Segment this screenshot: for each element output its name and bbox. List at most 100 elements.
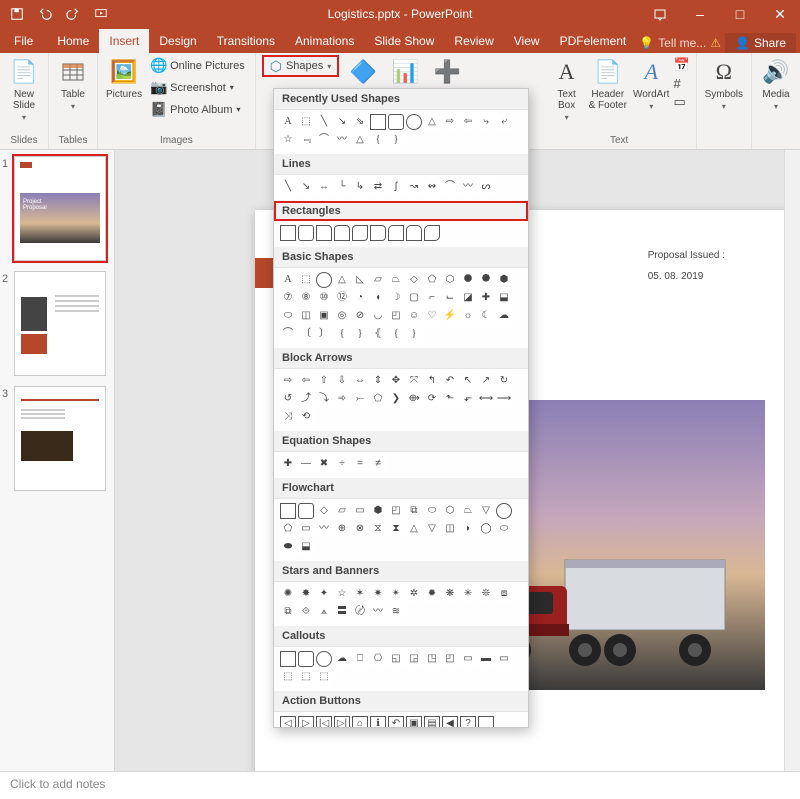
shape-fc-card[interactable]: ▭ xyxy=(298,521,314,537)
shape-rbrace2[interactable]: } xyxy=(388,132,404,148)
shape-arr-chev[interactable]: ❯ xyxy=(388,391,404,407)
shape-lshape[interactable]: ⌙ xyxy=(442,290,458,306)
shape-co-l3c[interactable]: ⬚ xyxy=(316,669,332,685)
shape-noentry[interactable]: ⊘ xyxy=(352,308,368,324)
tab-pdfelement[interactable]: PDFelement xyxy=(550,29,637,53)
shape-co-l2b[interactable]: ▬ xyxy=(478,651,494,667)
tab-animations[interactable]: Animations xyxy=(285,29,364,53)
shape-fc-data[interactable]: ▱ xyxy=(334,503,350,519)
shape-co-l1b[interactable]: ▭ xyxy=(460,651,476,667)
shape-curve[interactable]: ∫ xyxy=(388,179,404,195)
shape-arr-lu[interactable]: ↖ xyxy=(460,373,476,389)
shape-arr-uturn[interactable]: ↶ xyxy=(442,373,458,389)
tab-transitions[interactable]: Transitions xyxy=(207,29,285,53)
shape-arr-uc[interactable]: ⬑ xyxy=(442,391,458,407)
shape-star8[interactable]: ✴ xyxy=(388,586,404,602)
shape-freeform[interactable]: 〰 xyxy=(334,132,350,148)
shape-ribbon-cd[interactable]: ⟑ xyxy=(316,604,332,620)
shape-ab-movie[interactable]: ▣ xyxy=(406,716,422,728)
object-icon[interactable]: ▭ xyxy=(673,94,689,110)
ribbon-options-icon[interactable] xyxy=(640,0,680,28)
shape-pentagon[interactable]: ⬠ xyxy=(424,272,440,288)
shape-fc-delay[interactable]: ◗ xyxy=(460,521,476,537)
photo-album-button[interactable]: 📓Photo Album▾ xyxy=(146,99,249,120)
shape-sun[interactable]: ☼ xyxy=(460,308,476,324)
shape-co-l1c[interactable]: ⬚ xyxy=(280,669,296,685)
shape-neq[interactable]: ≠ xyxy=(370,456,386,472)
shape-co-rrect[interactable] xyxy=(298,651,314,667)
shape-curve-arrow[interactable]: ↝ xyxy=(406,179,422,195)
shape-arr-cr[interactable]: ↻ xyxy=(496,373,512,389)
shape-arrow-r[interactable]: ⇨ xyxy=(442,114,458,130)
slide-number-icon[interactable]: # xyxy=(673,76,689,91)
shape-co-l2[interactable]: ⎔ xyxy=(370,651,386,667)
shape-arc[interactable]: ⌒ xyxy=(280,326,296,342)
shape-ab-begin[interactable]: |◁ xyxy=(316,716,332,728)
shape-line[interactable]: ╲ xyxy=(316,114,332,130)
shape-snip-diag[interactable] xyxy=(352,225,368,241)
shape-arr-d[interactable]: ⇩ xyxy=(334,373,350,389)
shape-rounded-rect[interactable] xyxy=(298,225,314,241)
shape-elbow[interactable]: └ xyxy=(334,179,350,195)
shape-ab-back[interactable]: ◁ xyxy=(280,716,296,728)
shape-co-l1a[interactable]: ◲ xyxy=(406,651,422,667)
shape-cloud[interactable]: ☁ xyxy=(496,308,512,324)
shape-fc-seq[interactable]: ◯ xyxy=(478,521,494,537)
shape-bracket-l[interactable]: 〔 xyxy=(298,326,314,342)
shape-parallelogram[interactable]: ▱ xyxy=(370,272,386,288)
shape-oval[interactable] xyxy=(316,272,332,288)
table-button[interactable]: Table ▾ xyxy=(55,55,91,113)
wordart-button[interactable]: A WordArt ▾ xyxy=(631,55,672,113)
shape-rect[interactable] xyxy=(280,225,296,241)
redo-icon[interactable] xyxy=(60,2,86,26)
shape-fc-man[interactable]: ⏢ xyxy=(460,503,476,519)
shape-scribble2[interactable]: ᔕ xyxy=(478,179,494,195)
pictures-button[interactable]: 🖼️ Pictures xyxy=(104,55,144,102)
shape-div[interactable]: ÷ xyxy=(334,456,350,472)
shape-diamond[interactable]: ◇ xyxy=(406,272,422,288)
shape-co-cloud[interactable]: ☁ xyxy=(334,651,350,667)
shape-ribbon-u[interactable]: ⧈ xyxy=(496,586,512,602)
screenshot-button[interactable]: 📷Screenshot▾ xyxy=(146,77,249,98)
shape-explode2[interactable]: ✸ xyxy=(298,586,314,602)
shape-star5[interactable]: ☆ xyxy=(334,586,350,602)
header-footer-button[interactable]: 📄 Header & Footer xyxy=(587,55,629,113)
shape-dbrace-l2[interactable]: { xyxy=(388,326,404,342)
shape-brace-r[interactable]: } xyxy=(352,326,368,342)
shape-cube[interactable]: ◫ xyxy=(298,308,314,324)
shape-hexagon[interactable]: ⬡ xyxy=(442,272,458,288)
thumbnail-2[interactable] xyxy=(14,271,106,376)
shape-star7[interactable]: ✷ xyxy=(370,586,386,602)
shape-scroll-v[interactable]: 〓 xyxy=(334,604,350,620)
shape-10[interactable]: ⑩ xyxy=(316,290,332,306)
shape-textbox-v[interactable]: ⬚ xyxy=(298,272,314,288)
shape-elbow-arrow[interactable]: ↳ xyxy=(352,179,368,195)
shape-star4[interactable]: ✦ xyxy=(316,586,332,602)
shape-12[interactable]: ⑫ xyxy=(334,290,350,306)
shape-ab-help[interactable]: ? xyxy=(460,716,476,728)
shape-line[interactable]: ╲ xyxy=(280,179,296,195)
shape-elbow-double[interactable]: ⇄ xyxy=(370,179,386,195)
shape-dwave[interactable]: ≋ xyxy=(388,604,404,620)
shape-plus[interactable]: ✚ xyxy=(280,456,296,472)
shape-fc-multi[interactable]: ⧉ xyxy=(406,503,422,519)
shape-minus[interactable]: — xyxy=(298,456,314,472)
shape-textbox[interactable]: A xyxy=(280,272,296,288)
new-slide-button[interactable]: 📄 New Slide ▾ xyxy=(6,55,42,124)
shape-fc-sort[interactable]: ⧗ xyxy=(388,521,404,537)
shape-fc-conn[interactable] xyxy=(496,503,512,519)
shape-fc-off[interactable]: ⬠ xyxy=(280,521,296,537)
shape-lbrace[interactable]: ﹃ xyxy=(298,132,314,148)
shape-line-arrow[interactable]: ↘ xyxy=(334,114,350,130)
shape-arr-lr[interactable]: ⇔ xyxy=(352,373,368,389)
shape-arr-rc[interactable]: ⟴ xyxy=(406,391,422,407)
tab-file[interactable]: File xyxy=(0,29,47,53)
shape-diagstripe[interactable]: ◪ xyxy=(460,290,476,306)
shape-dbrace-l[interactable]: ⦃ xyxy=(370,326,386,342)
shape-frame[interactable]: ▢ xyxy=(406,290,422,306)
shape-fc-mag[interactable]: ⬭ xyxy=(496,521,512,537)
shape-arr-cl[interactable]: ↺ xyxy=(280,391,296,407)
shape-fc-doc[interactable]: ◰ xyxy=(388,503,404,519)
shape-conn-1[interactable]: ⤷ xyxy=(478,114,494,130)
tab-design[interactable]: Design xyxy=(149,29,206,53)
